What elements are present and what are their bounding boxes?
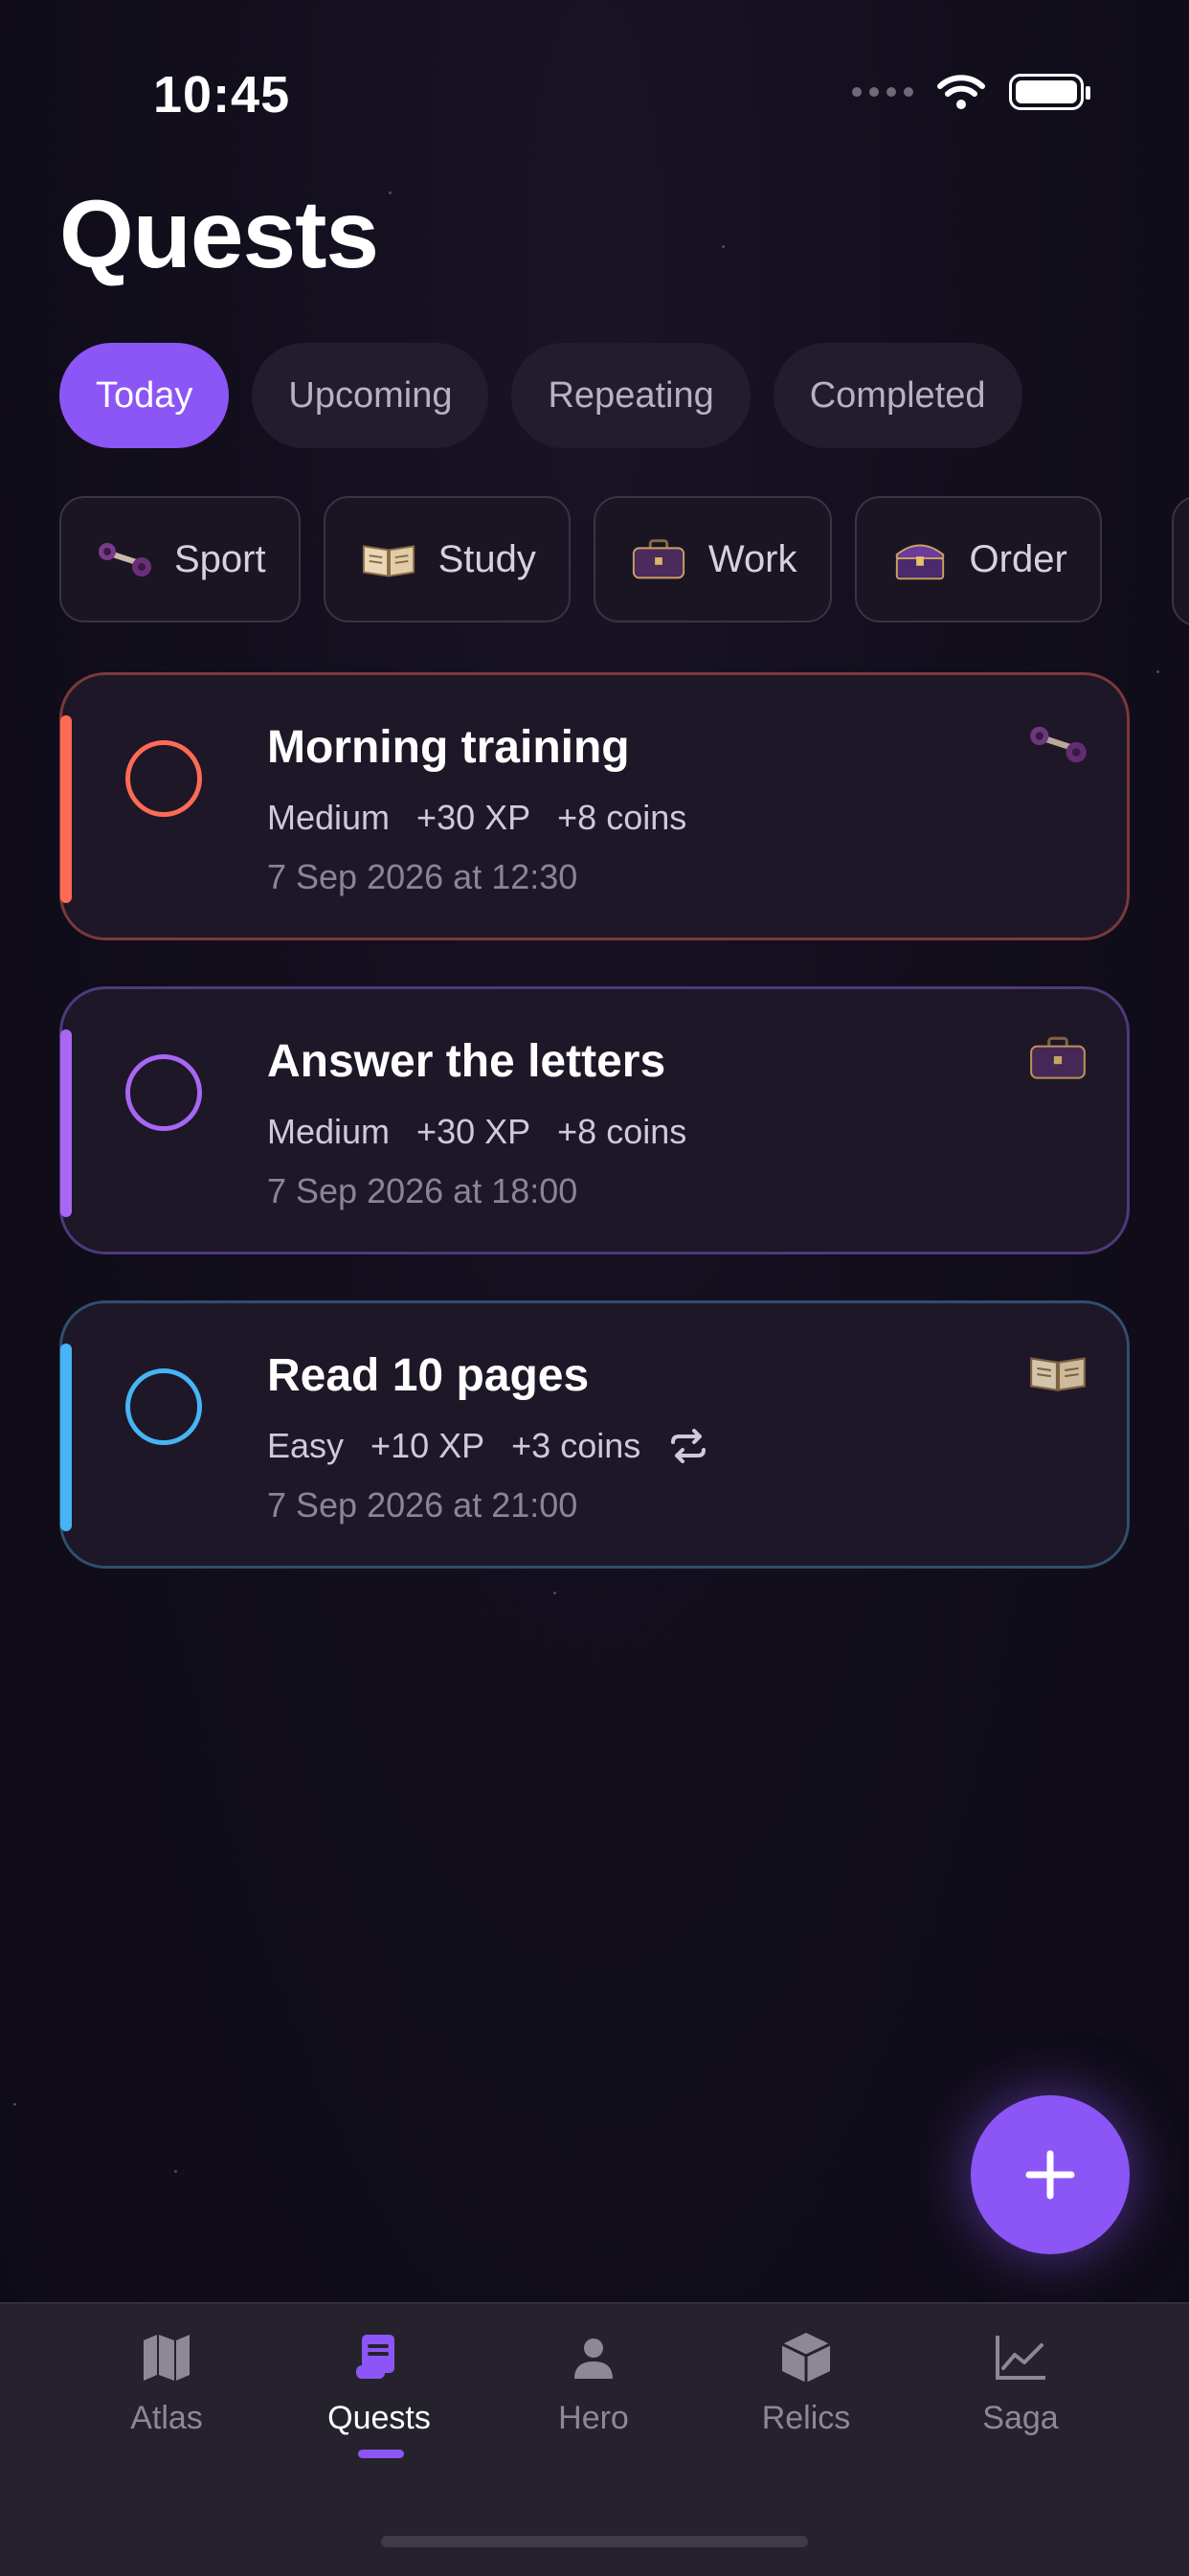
quest-card[interactable]: Read 10 pages Easy +10 XP +3 coins 7 Sep… — [59, 1300, 1130, 1569]
page-title: Quests — [59, 181, 379, 288]
open-book-icon — [360, 537, 417, 581]
quest-rewards: Easy +10 XP +3 coins — [267, 1426, 709, 1466]
quest-rewards: Medium +30 XP +8 coins — [267, 1112, 686, 1152]
quest-date: 7 Sep 2026 at 12:30 — [267, 857, 578, 896]
quest-color-stripe — [60, 1029, 72, 1217]
quest-color-stripe — [60, 1344, 72, 1531]
nav-atlas[interactable]: Atlas — [80, 2325, 253, 2437]
category-label: Study — [437, 537, 536, 580]
nav-label: Saga — [982, 2400, 1059, 2436]
repeat-icon — [671, 1429, 707, 1463]
nav-hero[interactable]: Hero — [507, 2325, 680, 2437]
category-label: Sport — [174, 537, 266, 580]
quest-rewards: Medium +30 XP +8 coins — [267, 798, 686, 838]
nav-label: Atlas — [130, 2400, 203, 2436]
chart-icon — [994, 2325, 1047, 2390]
quest-checkbox[interactable] — [125, 740, 202, 817]
nav-saga[interactable]: Saga — [934, 2325, 1107, 2437]
category-order[interactable]: Order — [854, 496, 1102, 622]
briefcase-icon — [630, 537, 687, 581]
dumbbell-icon — [96, 537, 153, 581]
quest-coins: +3 coins — [511, 1426, 641, 1465]
star-decoration — [13, 2103, 16, 2106]
quest-title: Read 10 pages — [267, 1350, 590, 1401]
star-decoration — [1156, 670, 1159, 673]
tab-upcoming[interactable]: Upcoming — [252, 343, 489, 448]
quest-color-stripe — [60, 715, 72, 903]
star-decoration — [389, 192, 392, 194]
quest-checkbox[interactable] — [125, 1054, 202, 1131]
add-quest-button[interactable] — [971, 2095, 1130, 2254]
dumbbell-icon — [1030, 726, 1087, 763]
map-icon — [140, 2325, 193, 2390]
category-work[interactable]: Work — [593, 496, 832, 622]
quest-date: 7 Sep 2026 at 18:00 — [267, 1171, 578, 1210]
nav-relics[interactable]: Relics — [720, 2325, 892, 2437]
quest-title: Answer the letters — [267, 1036, 666, 1087]
quest-difficulty: Medium — [267, 1112, 391, 1151]
quest-difficulty: Easy — [267, 1426, 345, 1465]
quest-difficulty: Medium — [267, 798, 391, 837]
star-decoration — [174, 2170, 177, 2173]
nav-label: Quests — [327, 2400, 431, 2436]
nav-label: Relics — [761, 2400, 851, 2436]
chest-icon — [891, 537, 949, 581]
nav-quests[interactable]: Quests — [293, 2325, 465, 2437]
category-more[interactable] — [1172, 496, 1189, 626]
briefcase-icon — [1030, 1036, 1086, 1079]
quest-date: 7 Sep 2026 at 21:00 — [267, 1485, 578, 1525]
quest-xp: +10 XP — [370, 1426, 485, 1465]
scroll-icon — [352, 2325, 406, 2390]
category-sport[interactable]: Sport — [59, 496, 301, 622]
quest-tabs: Today Upcoming Repeating Completed — [59, 343, 1022, 448]
status-indicators — [852, 73, 1090, 111]
nav-label: Hero — [558, 2400, 629, 2436]
open-book-icon — [1030, 1357, 1086, 1391]
category-label: Work — [707, 537, 797, 580]
category-label: Order — [969, 537, 1067, 580]
home-indicator — [381, 2536, 808, 2547]
star-decoration — [553, 1592, 556, 1594]
person-icon — [571, 2325, 617, 2390]
quest-coins: +8 coins — [557, 798, 687, 837]
plus-icon — [1025, 2150, 1075, 2200]
quest-xp: +30 XP — [416, 1112, 531, 1151]
active-tab-indicator — [358, 2450, 404, 2458]
status-time: 10:45 — [153, 66, 291, 124]
quest-checkbox[interactable] — [125, 1368, 202, 1445]
quest-card[interactable]: Morning training Medium +30 XP +8 coins … — [59, 672, 1130, 940]
tab-completed[interactable]: Completed — [773, 343, 1022, 448]
tab-repeating[interactable]: Repeating — [511, 343, 751, 448]
quest-title: Morning training — [267, 722, 630, 773]
quest-xp: +30 XP — [416, 798, 531, 837]
category-filters: Sport Study Work Order — [59, 496, 1102, 622]
box-icon — [780, 2325, 832, 2390]
signal-icon — [852, 87, 913, 97]
category-study[interactable]: Study — [323, 496, 571, 622]
star-decoration — [722, 245, 725, 248]
tab-today[interactable]: Today — [59, 343, 230, 448]
quest-coins: +8 coins — [557, 1112, 687, 1151]
battery-icon — [1009, 74, 1090, 110]
wifi-icon — [937, 75, 985, 109]
quest-card[interactable]: Answer the letters Medium +30 XP +8 coin… — [59, 986, 1130, 1254]
